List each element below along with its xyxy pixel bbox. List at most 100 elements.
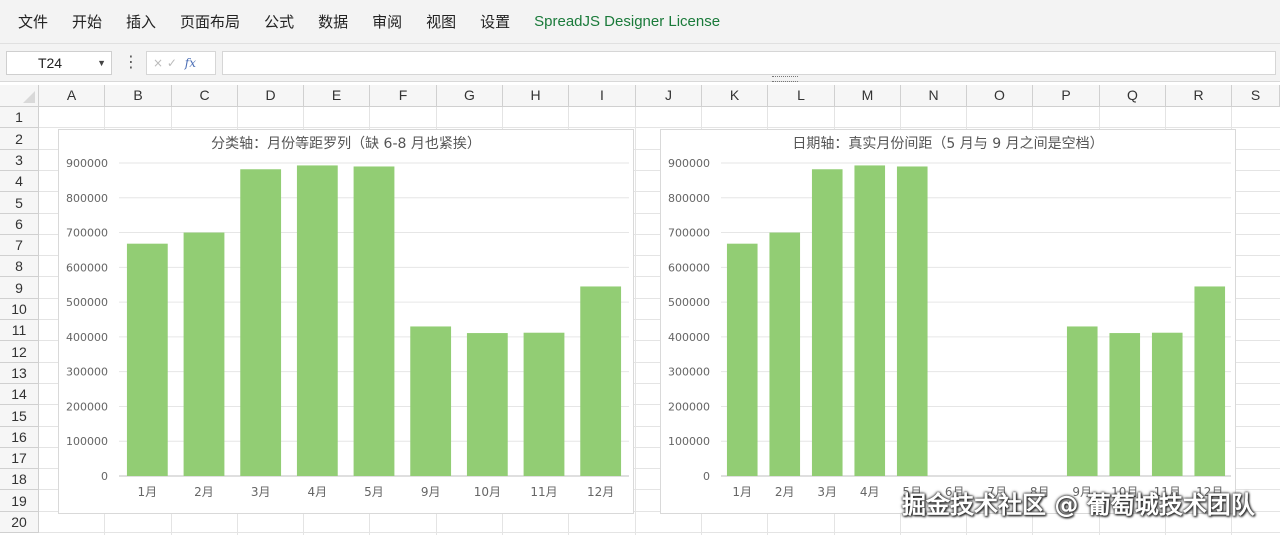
column-header-B[interactable]: B xyxy=(105,85,172,107)
row-header-19[interactable]: 19 xyxy=(0,490,39,512)
watermark: 掘金技术社区 @ 葡萄城技术团队 xyxy=(902,491,1255,519)
row-header-10[interactable]: 10 xyxy=(0,299,39,320)
bar-12月 xyxy=(1194,286,1226,476)
row-header-11[interactable]: 11 xyxy=(0,320,39,341)
confirm-icon[interactable]: ✓ xyxy=(167,56,177,70)
bar-10月 xyxy=(1109,333,1141,476)
menu-item-8[interactable]: 设置 xyxy=(468,0,522,44)
name-box[interactable]: T24 ▼ xyxy=(6,51,112,75)
x-tick-label: 4月 xyxy=(860,485,880,499)
formula-bar: T24 ▼ ⋮ × ✓ fx xyxy=(0,44,1280,82)
grid-line xyxy=(635,107,636,535)
bar-9月 xyxy=(1066,326,1098,476)
column-header-N[interactable]: N xyxy=(901,85,967,107)
x-tick-label: 11月 xyxy=(530,485,557,499)
row-header-8[interactable]: 8 xyxy=(0,256,39,277)
grid-line xyxy=(39,127,1280,128)
column-header-K[interactable]: K xyxy=(702,85,768,107)
menu-item-2[interactable]: 插入 xyxy=(114,0,168,44)
y-tick-label: 0 xyxy=(703,470,710,483)
bar-11月 xyxy=(523,332,565,476)
y-tick-label: 800000 xyxy=(66,192,108,205)
bar-5月 xyxy=(896,166,928,476)
row-header-12[interactable]: 12 xyxy=(0,341,39,363)
column-header-H[interactable]: H xyxy=(503,85,569,107)
splitter-handle[interactable] xyxy=(772,76,798,82)
select-all-corner[interactable] xyxy=(0,85,39,107)
row-header-5[interactable]: 5 xyxy=(0,192,39,214)
row-header-9[interactable]: 9 xyxy=(0,277,39,299)
row-header-4[interactable]: 4 xyxy=(0,171,39,192)
row-header-2[interactable]: 2 xyxy=(0,128,39,150)
menu-item-6[interactable]: 审阅 xyxy=(360,0,414,44)
row-header-20[interactable]: 20 xyxy=(0,512,39,533)
row-header-13[interactable]: 13 xyxy=(0,363,39,384)
x-tick-label: 1月 xyxy=(732,485,752,499)
column-header-F[interactable]: F xyxy=(370,85,437,107)
x-tick-label: 2月 xyxy=(194,485,214,499)
menu-item-4[interactable]: 公式 xyxy=(252,0,306,44)
y-tick-label: 200000 xyxy=(66,400,108,413)
row-header-16[interactable]: 16 xyxy=(0,427,39,448)
name-box-value[interactable]: T24 xyxy=(7,52,93,74)
row-header-17[interactable]: 17 xyxy=(0,448,39,469)
formula-input[interactable] xyxy=(222,51,1276,75)
column-header-O[interactable]: O xyxy=(967,85,1033,107)
date-axis-chart[interactable]: 日期轴：真实月份间距（5 月与 9 月之间是空档） 0 100000 200000 3… xyxy=(660,129,1236,514)
column-header-Q[interactable]: Q xyxy=(1100,85,1166,107)
cancel-icon[interactable]: × xyxy=(153,56,163,70)
x-tick-label: 1月 xyxy=(138,485,158,499)
column-header-M[interactable]: M xyxy=(835,85,901,107)
y-tick-label: 600000 xyxy=(668,261,710,274)
row-header-14[interactable]: 14 xyxy=(0,384,39,405)
row-header-1[interactable]: 1 xyxy=(0,107,39,128)
column-header-P[interactable]: P xyxy=(1033,85,1100,107)
column-header-S[interactable]: S xyxy=(1232,85,1280,107)
column-header-A[interactable]: A xyxy=(39,85,105,107)
row-header-18[interactable]: 18 xyxy=(0,469,39,490)
bar-1月 xyxy=(126,243,168,476)
y-tick-label: 300000 xyxy=(668,366,710,379)
y-tick-label: 100000 xyxy=(668,435,710,448)
y-tick-label: 300000 xyxy=(66,366,108,379)
column-header-I[interactable]: I xyxy=(569,85,636,107)
y-tick-label: 200000 xyxy=(668,400,710,413)
column-header-D[interactable]: D xyxy=(238,85,304,107)
column-header-R[interactable]: R xyxy=(1166,85,1232,107)
bar-2月 xyxy=(183,232,225,476)
y-tick-label: 400000 xyxy=(668,331,710,344)
x-tick-label: 12月 xyxy=(587,485,614,499)
menu-item-7[interactable]: 视图 xyxy=(414,0,468,44)
row-header-15[interactable]: 15 xyxy=(0,405,39,427)
column-header-G[interactable]: G xyxy=(437,85,503,107)
y-tick-label: 0 xyxy=(101,470,108,483)
y-tick-label: 100000 xyxy=(66,435,108,448)
bar-4月 xyxy=(854,165,886,476)
x-tick-label: 5月 xyxy=(364,485,384,499)
vertical-dots-icon[interactable]: ⋮ xyxy=(123,52,139,72)
y-tick-label: 900000 xyxy=(668,157,710,170)
column-header-E[interactable]: E xyxy=(304,85,370,107)
row-header-6[interactable]: 6 xyxy=(0,214,39,235)
chevron-down-icon[interactable]: ▼ xyxy=(97,52,106,74)
bar-9月 xyxy=(410,326,452,476)
menu-item-5[interactable]: 数据 xyxy=(306,0,360,44)
bar-3月 xyxy=(240,169,282,476)
column-header-J[interactable]: J xyxy=(636,85,702,107)
bar-4月 xyxy=(296,165,338,476)
bar-5月 xyxy=(353,166,395,476)
menu-item-3[interactable]: 页面布局 xyxy=(168,0,252,44)
row-header-3[interactable]: 3 xyxy=(0,150,39,171)
menu-item-1[interactable]: 开始 xyxy=(60,0,114,44)
y-tick-label: 600000 xyxy=(66,261,108,274)
category-axis-chart[interactable]: 分类轴：月份等距罗列（缺 6-8 月也紧挨） 0 100000 200000 3000… xyxy=(58,129,634,514)
fx-icon[interactable]: fx xyxy=(185,56,196,70)
menu-item-9[interactable]: SpreadJS Designer License xyxy=(522,0,732,44)
row-header-7[interactable]: 7 xyxy=(0,235,39,256)
y-tick-label: 900000 xyxy=(66,157,108,170)
column-header-L[interactable]: L xyxy=(768,85,835,107)
column-header-C[interactable]: C xyxy=(172,85,238,107)
x-tick-label: 4月 xyxy=(308,485,328,499)
menu-item-0[interactable]: 文件 xyxy=(6,0,60,44)
bar-1月 xyxy=(726,243,758,476)
